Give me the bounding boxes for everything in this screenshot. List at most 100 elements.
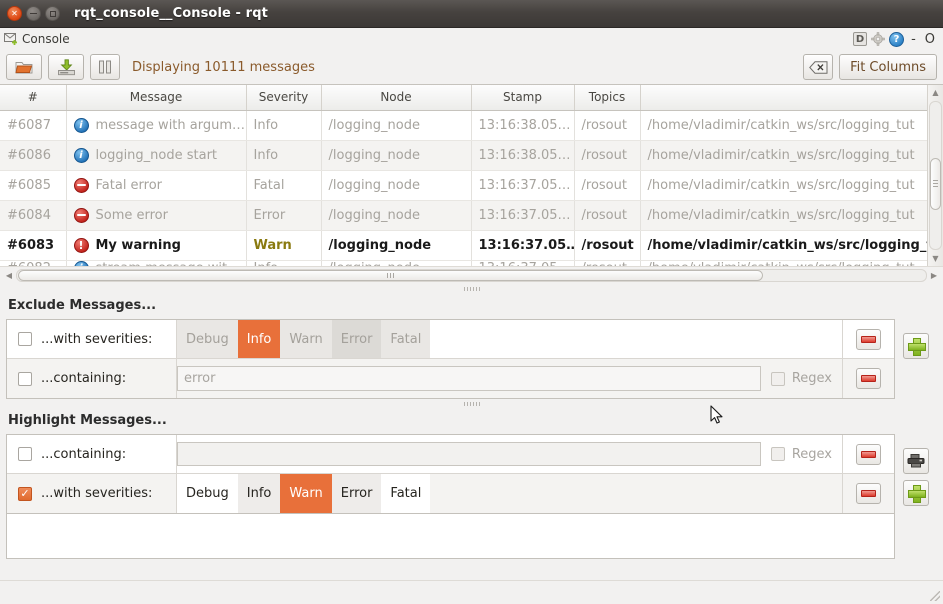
vertical-scroll-thumb[interactable] [930, 157, 941, 210]
exclude-severity-remove-button[interactable] [856, 328, 881, 350]
window-maximize-button[interactable] [45, 6, 60, 21]
table-row-highlighted[interactable]: #6083 ! My warning Warn /logging_node 13… [0, 230, 927, 261]
column-header-number[interactable]: # [0, 85, 67, 111]
highlight-severity-debug[interactable]: Debug [177, 474, 238, 513]
cell-severity: Fatal [246, 170, 322, 201]
exclude-severity-row[interactable]: ...with severities: Debug Info Warn Erro… [7, 320, 894, 359]
dock-d-button[interactable]: D [853, 32, 868, 46]
fit-columns-button[interactable]: Fit Columns [839, 54, 937, 80]
exclude-section-title: Exclude Messages... [8, 298, 157, 313]
highlight-severity-buttons: Debug Info Warn Error Fatal [177, 474, 431, 513]
cell-message: Fatal error [66, 170, 247, 201]
highlight-severity-remove-button[interactable] [856, 483, 881, 504]
cell-message-text: message with argum… [95, 117, 246, 133]
cell-topics: /rosout [574, 230, 641, 261]
highlight-severity-fatal[interactable]: Fatal [381, 474, 431, 513]
console-toolbar: Displaying 10111 messages Fit Columns [0, 50, 943, 84]
exclude-regex-checkbox[interactable] [770, 371, 785, 386]
highlight-extra-button[interactable] [903, 448, 929, 474]
exclude-containing-input[interactable]: error [177, 366, 761, 391]
cell-topics: /rosout [574, 110, 641, 141]
horizontal-scroll-thumb[interactable] [18, 270, 764, 281]
exclude-severity-fatal[interactable]: Fatal [381, 320, 431, 358]
status-message: Displaying 10111 messages [132, 59, 315, 75]
highlight-containing-checkbox[interactable] [18, 447, 32, 461]
column-header-severity[interactable]: Severity [246, 85, 322, 111]
table-row[interactable]: #6086 i logging_node start Info /logging… [0, 140, 927, 171]
help-icon[interactable]: ? [889, 31, 905, 47]
exclude-severity-debug[interactable]: Debug [177, 320, 238, 358]
panel-splitter[interactable] [0, 284, 943, 294]
table-row[interactable]: #6085 Fatal error Fatal /logging_node 13… [0, 170, 927, 201]
window-minimize-button[interactable] [26, 6, 41, 21]
table-row[interactable]: #6084 Some error Error /logging_node 13:… [0, 200, 927, 231]
highlight-severity-info[interactable]: Info [237, 474, 281, 513]
cell-message: i logging_node start [66, 140, 247, 171]
exclude-severity-error[interactable]: Error [331, 320, 382, 358]
exclude-regex-group[interactable]: Regex [761, 359, 842, 398]
exclude-containing-label-group: ...containing: [7, 359, 177, 398]
highlight-add-filter-button[interactable] [903, 480, 929, 506]
highlight-severity-error[interactable]: Error [331, 474, 382, 513]
message-table-viewport[interactable]: # Message Severity Node Stamp Topics Loc… [0, 85, 927, 266]
cell-number: #6087 [0, 110, 67, 141]
dock-title-label: Console [22, 32, 70, 46]
filters-splitter[interactable] [0, 399, 943, 409]
exclude-severity-info[interactable]: Info [237, 320, 281, 358]
table-row[interactable]: #6087 i message with argum… Info /loggin… [0, 110, 927, 141]
dock-close-button[interactable]: O [923, 32, 937, 47]
scroll-down-arrow-icon[interactable]: ▼ [929, 251, 943, 266]
exclude-severity-warn[interactable]: Warn [280, 320, 332, 358]
column-header-node[interactable]: Node [321, 85, 472, 111]
horizontal-scroll-track[interactable] [16, 269, 927, 282]
scroll-left-arrow-icon[interactable]: ◀ [2, 268, 16, 283]
highlight-regex-group[interactable]: Regex [761, 435, 842, 473]
scroll-right-arrow-icon[interactable]: ▶ [927, 268, 941, 283]
splitter-grip-icon [463, 402, 480, 406]
exclude-containing-remove-button[interactable] [856, 368, 881, 389]
highlight-messages-section: Highlight Messages... ...containing: Reg… [0, 409, 943, 559]
highlight-severity-warn[interactable]: Warn [280, 474, 332, 513]
column-header-location[interactable]: Location [640, 85, 927, 111]
exclude-containing-row[interactable]: ...containing: error Regex [7, 359, 894, 398]
table-vertical-scrollbar[interactable]: ▲ ▼ [927, 85, 943, 266]
cell-topics: /rosout [574, 140, 641, 171]
cell-number: #6086 [0, 140, 67, 171]
window-title-bar: ✕ rqt_console__Console - rqt [0, 0, 943, 28]
gear-icon[interactable] [871, 32, 885, 46]
exclude-add-filter-button[interactable] [903, 333, 929, 359]
highlight-severity-row[interactable]: ...with severities: Debug Info Warn Erro… [7, 474, 894, 513]
resize-grip-icon[interactable] [930, 591, 940, 601]
table-horizontal-scrollbar[interactable]: ◀ ▶ [0, 266, 943, 284]
highlight-severity-spacer [430, 474, 842, 513]
open-folder-icon [14, 62, 32, 74]
column-header-topics[interactable]: Topics [574, 85, 641, 111]
exclude-containing-checkbox[interactable] [18, 371, 32, 386]
window-title: rqt_console__Console - rqt [74, 6, 268, 21]
highlight-containing-row[interactable]: ...containing: Regex [7, 435, 894, 474]
cell-location: /home/vladimir/catkin_ws/src/logging_tut [640, 230, 927, 261]
warning-icon: ! [73, 237, 89, 253]
cell-number: #6084 [0, 200, 67, 231]
save-log-button[interactable] [48, 54, 84, 80]
highlight-containing-remove-button[interactable] [856, 443, 881, 465]
cell-location: /home/vladimir/catkin_ws/src/logging_tut [640, 200, 927, 231]
scroll-up-arrow-icon[interactable]: ▲ [929, 85, 943, 100]
maximize-icon [49, 10, 56, 17]
open-log-button[interactable] [6, 54, 42, 80]
window-close-button[interactable]: ✕ [7, 6, 22, 21]
highlight-severity-checkbox[interactable] [18, 486, 32, 501]
highlight-severity-remove-cell [842, 474, 894, 513]
minus-icon [861, 490, 876, 497]
vertical-scroll-track[interactable] [929, 101, 942, 250]
exclude-severity-checkbox[interactable] [18, 332, 32, 346]
highlight-regex-checkbox[interactable] [770, 447, 785, 461]
column-header-stamp[interactable]: Stamp [471, 85, 575, 111]
pause-button[interactable] [90, 54, 120, 80]
highlight-containing-input[interactable] [177, 442, 761, 466]
highlight-empty-area[interactable] [6, 513, 895, 559]
dock-minimize-button[interactable]: - [908, 32, 919, 47]
clear-messages-button[interactable] [803, 54, 834, 80]
info-icon: i [73, 147, 89, 163]
column-header-message[interactable]: Message [66, 85, 247, 111]
